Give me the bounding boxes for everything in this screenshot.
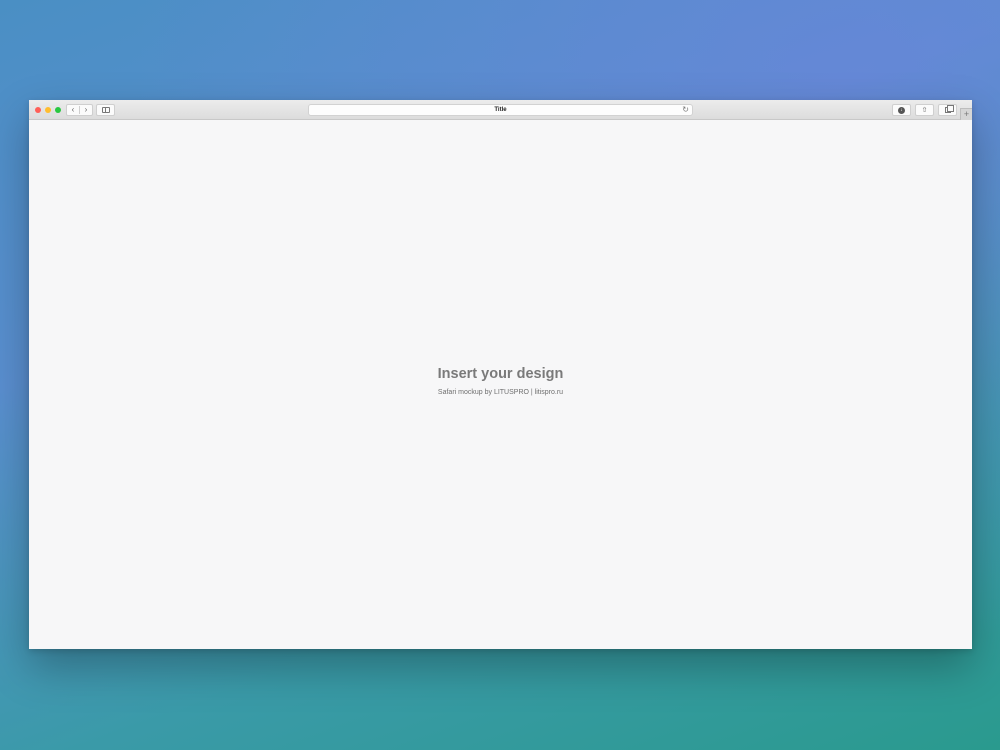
browser-window: ‹ › Title ↻ ↓ ⇧ + Insert your design Saf… — [29, 100, 972, 649]
navigation-buttons: ‹ › — [66, 104, 93, 116]
minimize-window-button[interactable] — [45, 107, 51, 113]
page-title: Title — [494, 107, 507, 113]
share-button[interactable]: ⇧ — [915, 104, 934, 116]
maximize-window-button[interactable] — [55, 107, 61, 113]
mockup-credit: Safari mockup by LITUSPRO | litispro.ru — [437, 389, 564, 396]
reload-icon[interactable]: ↻ — [682, 105, 689, 115]
sidebar-icon — [101, 107, 110, 113]
address-bar[interactable]: Title ↻ — [308, 104, 693, 116]
page-content: Insert your design Safari mockup by LITU… — [29, 120, 972, 649]
show-tabs-button[interactable] — [938, 104, 957, 116]
sidebar-toggle-button[interactable] — [96, 104, 115, 116]
close-window-button[interactable] — [35, 107, 41, 113]
forward-button[interactable]: › — [80, 106, 92, 114]
share-icon: ⇧ — [921, 106, 928, 114]
new-tab-button[interactable]: + — [960, 108, 972, 120]
browser-toolbar: ‹ › Title ↻ ↓ ⇧ + — [29, 100, 972, 120]
download-icon: ↓ — [898, 106, 905, 114]
tabs-icon — [944, 105, 954, 113]
placeholder-headline: Insert your design — [437, 366, 564, 382]
back-button[interactable]: ‹ — [67, 106, 80, 114]
downloads-button[interactable]: ↓ — [892, 104, 911, 116]
